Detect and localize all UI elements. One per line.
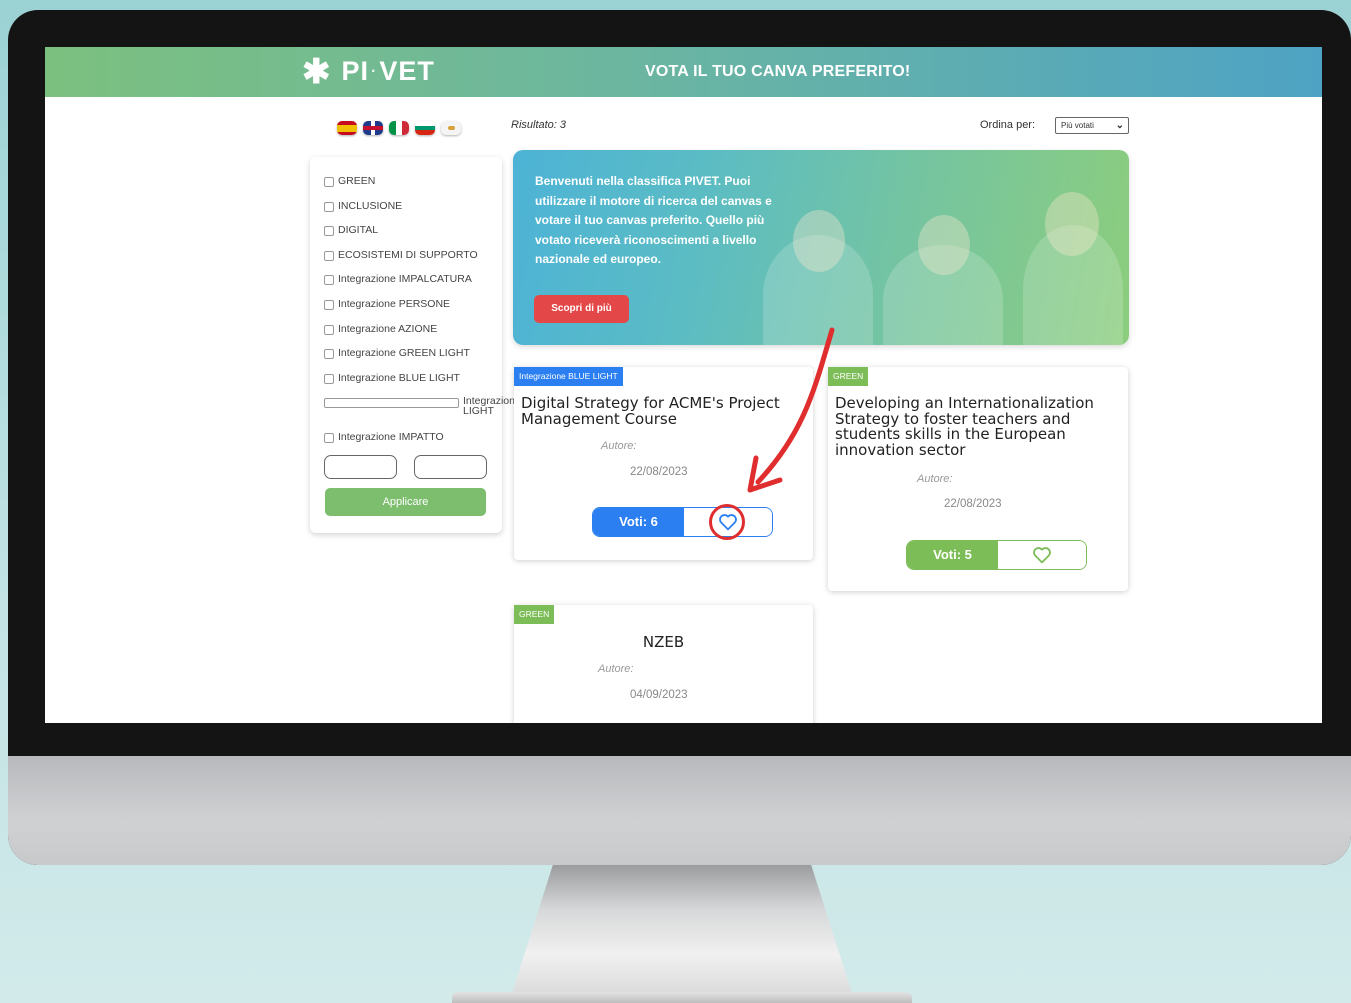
checkbox[interactable] [324, 349, 334, 360]
filter-label: Integrazione AZIONE [338, 322, 438, 335]
checkbox[interactable] [324, 250, 334, 261]
logo-text-right: VET [379, 56, 435, 86]
range-inputs [324, 455, 487, 479]
filter-label: Integrazione IMPATTO [338, 431, 444, 444]
card-title[interactable]: Developing an Internationalization Strat… [835, 395, 1125, 458]
filter-label: DIGITAL [338, 224, 379, 237]
hero-person-head [1045, 192, 1099, 256]
checkbox[interactable] [324, 226, 334, 237]
monitor-chin [8, 756, 1351, 865]
sort-value: Più votati [1061, 121, 1094, 130]
heart-icon [1033, 547, 1051, 564]
vote-widget: Voti: 6 [592, 507, 773, 537]
filter-label: Integrazione BLUE LIGHT [338, 371, 460, 384]
pivet-logo[interactable]: ✱ PI · VET [302, 52, 435, 91]
checkbox[interactable] [324, 299, 334, 310]
checkbox[interactable] [324, 433, 334, 444]
flag-cyprus-icon[interactable] [441, 121, 461, 135]
filter-label: Integrazione PERSONE [338, 297, 451, 310]
logo-text-left: PI [341, 56, 370, 86]
card-author: Autore: [598, 663, 634, 675]
canvas-card[interactable]: GREEN Developing an Internationalization… [828, 367, 1128, 591]
range-to-input[interactable] [414, 455, 487, 479]
checkbox[interactable] [324, 201, 334, 212]
checkbox[interactable] [324, 398, 459, 409]
vote-count: Voti: 6 [593, 508, 684, 536]
filter-label: GREEN [338, 175, 376, 187]
hero-banner: Benvenuti nella classifica PIVET. Puoi u… [513, 150, 1129, 345]
card-tag: GREEN [828, 367, 869, 386]
monitor-stand [512, 865, 852, 993]
annotation-circle [709, 504, 745, 540]
checkbox[interactable] [324, 373, 334, 384]
card-title[interactable]: NZEB [514, 634, 813, 651]
banner-title: VOTA IL TUO CANVA PREFERITO! [645, 63, 911, 80]
hero-person-head [793, 210, 845, 272]
canvas-card[interactable]: Integrazione BLUE LIGHT Digital Strategy… [514, 367, 813, 560]
canvas-card[interactable]: GREEN NZEB Autore: 04/09/2023 [514, 605, 813, 723]
hero-text: Benvenuti nella classifica PIVET. Puoi u… [535, 174, 772, 266]
filter-label: ECOSISTEMI DI SUPPORTO [338, 248, 478, 261]
flag-bulgaria-icon[interactable] [415, 121, 435, 135]
range-from-input[interactable] [324, 455, 397, 479]
screen: ✱ PI · VET VOTA IL TUO CANVA PREFERITO! … [45, 47, 1322, 723]
learn-more-button[interactable]: Scopri di più [534, 295, 629, 323]
vote-widget: Voti: 5 [906, 540, 1087, 570]
flag-italy-icon[interactable] [389, 121, 409, 135]
card-title[interactable]: Digital Strategy for ACME's Project Mana… [521, 395, 806, 427]
vote-button[interactable] [998, 541, 1086, 569]
checkbox[interactable] [324, 275, 334, 286]
filter-panel: GREEN INCLUSIONE DIGITAL ECOSISTEMI DI S… [310, 157, 581, 533]
top-banner: ✱ PI · VET VOTA IL TUO CANVA PREFERITO! [45, 47, 1322, 97]
card-date: 04/09/2023 [630, 689, 688, 701]
result-count: Risultato: 3 [511, 119, 567, 131]
sort-select[interactable]: Più votati ⌄ [1055, 117, 1129, 134]
card-author: Autore: [601, 440, 637, 452]
card-author: Autore: [917, 473, 953, 485]
monitor-stand-base [452, 992, 912, 1003]
language-selector [337, 121, 461, 135]
card-date: 22/08/2023 [630, 466, 688, 478]
asterisk-icon: ✱ [302, 52, 332, 91]
checkbox[interactable] [324, 177, 334, 187]
flag-spain-icon[interactable] [337, 121, 357, 135]
card-date: 22/08/2023 [944, 498, 1002, 510]
logo-dot-icon: · [371, 62, 378, 80]
apply-button[interactable]: Applicare [325, 488, 486, 516]
flag-uk-icon[interactable] [363, 121, 383, 135]
vote-count: Voti: 5 [907, 541, 998, 569]
card-tag: GREEN [514, 605, 555, 624]
chevron-down-icon: ⌄ [1115, 120, 1124, 131]
hero-person-head [918, 215, 970, 275]
filter-label: Integrazione IMPALCATURA [338, 273, 472, 286]
filter-label: INCLUSIONE [338, 199, 403, 212]
checkbox[interactable] [324, 324, 334, 335]
card-tag: Integrazione BLUE LIGHT [514, 367, 623, 386]
filter-label: Integrazione GREEN LIGHT [338, 347, 470, 360]
sort-label: Ordina per: [980, 119, 1036, 131]
